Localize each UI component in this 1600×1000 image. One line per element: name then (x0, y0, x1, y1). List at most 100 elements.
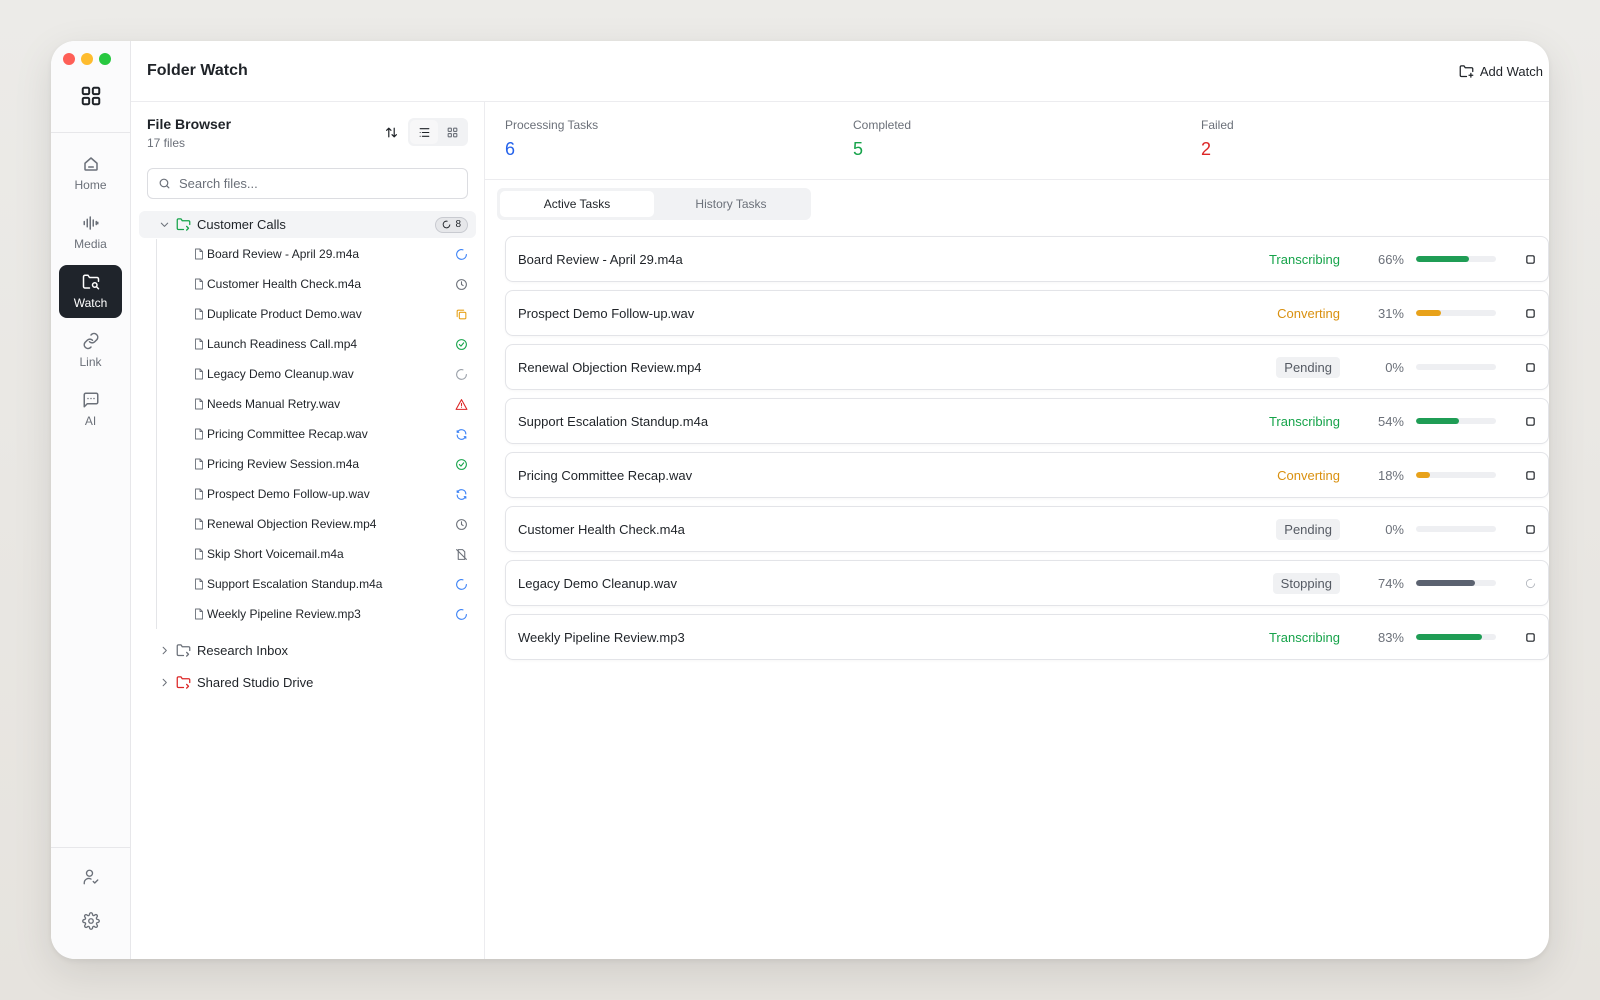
task-stop-button[interactable] (1496, 524, 1536, 535)
close-window-button[interactable] (63, 53, 75, 65)
file-row[interactable]: Skip Short Voicemail.m4a (157, 539, 484, 569)
task-row: Renewal Objection Review.mp4 Pending 0% (505, 344, 1549, 390)
minimize-window-button[interactable] (81, 53, 93, 65)
stats-bar: Processing Tasks 6 Completed 5 Failed 2 (485, 102, 1549, 180)
task-progress-bar (1416, 364, 1496, 370)
task-progress-percent: 54% (1377, 413, 1404, 429)
file-browser-header: File Browser 17 files (131, 102, 484, 150)
tab-active-tasks[interactable]: Active Tasks (500, 191, 654, 217)
status-text: Converting (1277, 305, 1340, 321)
stop-icon[interactable] (1525, 524, 1536, 535)
nav-item-label: Media (74, 237, 107, 251)
task-name: Weekly Pipeline Review.mp3 (518, 629, 685, 645)
page-title: Folder Watch (147, 62, 248, 79)
stop-icon[interactable] (1525, 254, 1536, 265)
file-name: Launch Readiness Call.mp4 (207, 337, 358, 351)
folder-plus-icon (1459, 64, 1474, 78)
home-icon (83, 157, 98, 171)
file-row[interactable]: Needs Manual Retry.wav (157, 389, 484, 419)
content-area: File Browser 17 files Search files... Cu… (131, 102, 1549, 959)
nav-item-ai[interactable]: AI (59, 383, 122, 436)
file-name: Board Review - April 29.m4a (207, 247, 360, 261)
status-text: Transcribing (1268, 629, 1340, 645)
maximize-window-button[interactable] (99, 53, 111, 65)
stop-icon[interactable] (1525, 308, 1536, 319)
tab-history-tasks[interactable]: History Tasks (654, 191, 808, 217)
task-progress-percent: 31% (1377, 305, 1404, 321)
file-row[interactable]: Weekly Pipeline Review.mp3 (157, 599, 484, 629)
user-check-icon[interactable] (82, 868, 100, 886)
file-row[interactable]: Board Review - April 29.m4a (157, 239, 484, 269)
task-stop-button[interactable] (1496, 254, 1536, 265)
file-row[interactable]: Duplicate Product Demo.wav (157, 299, 484, 329)
nav-item-label: AI (84, 414, 97, 428)
file-row[interactable]: Customer Health Check.m4a (157, 269, 484, 299)
file-browser-tools (380, 118, 468, 146)
nav-item-media[interactable]: Media (59, 206, 122, 259)
file-row[interactable]: Launch Readiness Call.mp4 (157, 329, 484, 359)
file-row[interactable]: Support Escalation Standup.m4a (157, 569, 484, 599)
stop-icon[interactable] (1525, 416, 1536, 427)
task-stop-button[interactable] (1496, 578, 1536, 589)
chat-icon (83, 392, 98, 408)
task-stop-button[interactable] (1496, 362, 1536, 373)
status-badge: Pending (1276, 518, 1340, 540)
spinner-icon (443, 220, 451, 229)
task-stop-button[interactable] (1496, 470, 1536, 481)
task-row: Board Review - April 29.m4a Transcribing… (505, 236, 1549, 282)
stat-label: Processing Tasks (505, 118, 599, 132)
view-toggle (408, 118, 468, 146)
nav-item-link[interactable]: Link (59, 324, 122, 377)
task-stop-button[interactable] (1496, 308, 1536, 319)
task-progress-bar (1416, 310, 1496, 316)
task-progress-fill (1416, 310, 1441, 316)
stop-icon[interactable] (1525, 362, 1536, 373)
tree-view-button[interactable] (410, 120, 438, 144)
stopping-spinner-icon (456, 368, 467, 380)
file-row[interactable]: Pricing Review Session.m4a (157, 449, 484, 479)
task-progress-fill (1416, 634, 1483, 640)
task-progress-percent: 74% (1377, 575, 1404, 591)
folder-row[interactable]: Shared Studio Drive (139, 669, 476, 696)
task-progress-bar (1416, 634, 1496, 640)
task-tabs: Active Tasks History Tasks (497, 188, 811, 220)
file-row[interactable]: Pricing Committee Recap.wav (157, 419, 484, 449)
stat-label: Failed (1201, 118, 1234, 132)
task-status: Stopping (1240, 572, 1340, 594)
task-progress-bar (1416, 472, 1496, 478)
grid-view-button[interactable] (438, 120, 466, 144)
task-stop-button[interactable] (1496, 632, 1536, 643)
task-row: Weekly Pipeline Review.mp3 Transcribing … (505, 614, 1549, 660)
folder-row[interactable]: Customer Calls 8 (139, 211, 476, 238)
task-name: Pricing Committee Recap.wav (518, 467, 693, 483)
folder-row[interactable]: Research Inbox (139, 637, 476, 664)
check-circle-icon (456, 338, 467, 350)
gear-icon[interactable] (81, 912, 100, 930)
add-watch-button[interactable]: Add Watch (1459, 64, 1543, 79)
task-progress-fill (1416, 418, 1460, 424)
stop-icon[interactable] (1525, 632, 1536, 643)
stop-icon[interactable] (1525, 470, 1536, 481)
nav-item-watch[interactable]: Watch (59, 265, 122, 318)
rail-footer (51, 847, 131, 959)
nav-item-home[interactable]: Home (59, 147, 122, 200)
nav-item-label: Watch (73, 296, 108, 310)
folder-search-icon (82, 274, 99, 290)
task-progress-fill (1416, 256, 1469, 262)
file-name: Support Escalation Standup.m4a (207, 577, 383, 591)
file-icon (195, 518, 203, 530)
file-icon (195, 338, 203, 350)
apps-grid-icon[interactable] (80, 85, 102, 107)
main-area: Folder Watch Add Watch File Browser 17 f… (131, 41, 1549, 959)
search-input[interactable] (179, 176, 457, 191)
file-row[interactable]: Prospect Demo Follow-up.wav (157, 479, 484, 509)
waveform-icon (83, 216, 98, 230)
file-row[interactable]: Renewal Objection Review.mp4 (157, 509, 484, 539)
file-name: Prospect Demo Follow-up.wav (207, 487, 370, 501)
nav-item-label: Link (79, 355, 102, 369)
task-row: Legacy Demo Cleanup.wav Stopping 74% (505, 560, 1549, 606)
sort-button[interactable] (380, 121, 402, 143)
file-row[interactable]: Legacy Demo Cleanup.wav (157, 359, 484, 389)
task-stop-button[interactable] (1496, 416, 1536, 427)
file-browser: File Browser 17 files Search files... Cu… (131, 102, 485, 959)
